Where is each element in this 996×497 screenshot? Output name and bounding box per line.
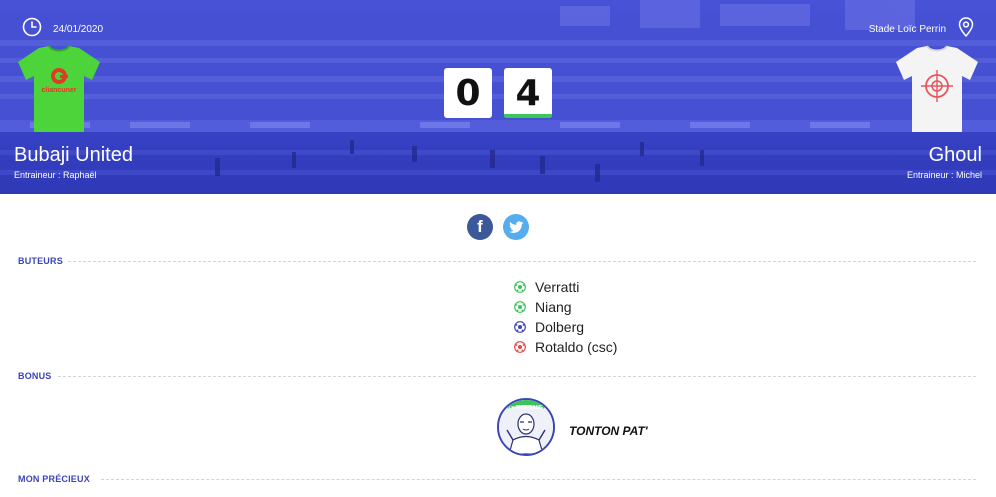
facebook-icon: f xyxy=(477,217,483,236)
scorer-name: Verratti xyxy=(535,279,580,295)
green-ball-icon xyxy=(514,301,526,313)
blue-ball-icon xyxy=(514,321,526,333)
twitter-icon xyxy=(508,220,523,233)
list-item: Dolberg xyxy=(514,317,617,337)
away-score: 4 xyxy=(504,68,552,118)
scorers-section-title: BUTEURS xyxy=(18,256,63,266)
home-coach: Entraineur : Raphaël xyxy=(14,170,97,180)
list-item: Verratti xyxy=(514,277,617,297)
match-venue: Stade Loïc Perrin xyxy=(868,24,946,35)
section-divider xyxy=(58,376,976,377)
bonus-name: TONTON PAT' xyxy=(569,424,648,438)
list-item: Rotaldo (csc) xyxy=(514,337,617,357)
stadium-background xyxy=(0,0,996,194)
bonus-avatar[interactable]: I ♥ THIS GAME xyxy=(497,398,555,456)
red-ball-icon xyxy=(514,341,526,353)
home-sponsor-text: cliancuner xyxy=(41,87,76,94)
scorer-name: Dolberg xyxy=(535,319,585,335)
winner-indicator xyxy=(504,114,552,118)
facebook-share-button[interactable]: f xyxy=(467,214,493,240)
match-header: 24/01/2020 Stade Loïc Perrin cliancuner … xyxy=(0,0,996,194)
bonus-section-title: BONUS xyxy=(18,371,52,381)
away-coach: Entraineur : Michel xyxy=(906,170,982,180)
section-divider xyxy=(68,261,976,262)
green-ball-icon xyxy=(514,281,526,293)
bonus-avatar-image: I ♥ THIS GAME xyxy=(499,400,553,454)
match-date: 24/01/2020 xyxy=(53,24,104,35)
precious-section-title: MON PRÉCIEUX xyxy=(18,474,90,484)
avatar-caption: I ♥ THIS GAME xyxy=(509,405,545,411)
away-team-name[interactable]: Ghoul xyxy=(929,144,982,167)
scorer-name: Niang xyxy=(535,299,572,315)
clock-icon xyxy=(22,17,42,37)
scorers-list: Verratti Niang Dolberg Rotaldo (csc) xyxy=(514,277,617,357)
home-team-name[interactable]: Bubaji United xyxy=(14,144,133,167)
away-jersey-icon xyxy=(896,45,978,132)
section-divider xyxy=(101,479,976,480)
location-pin-icon xyxy=(958,17,974,37)
scorer-name: Rotaldo (csc) xyxy=(535,339,618,355)
home-jersey-icon: cliancuner xyxy=(18,45,100,132)
list-item: Niang xyxy=(514,297,617,317)
twitter-share-button[interactable] xyxy=(503,214,529,240)
home-score: 0 xyxy=(444,68,492,118)
